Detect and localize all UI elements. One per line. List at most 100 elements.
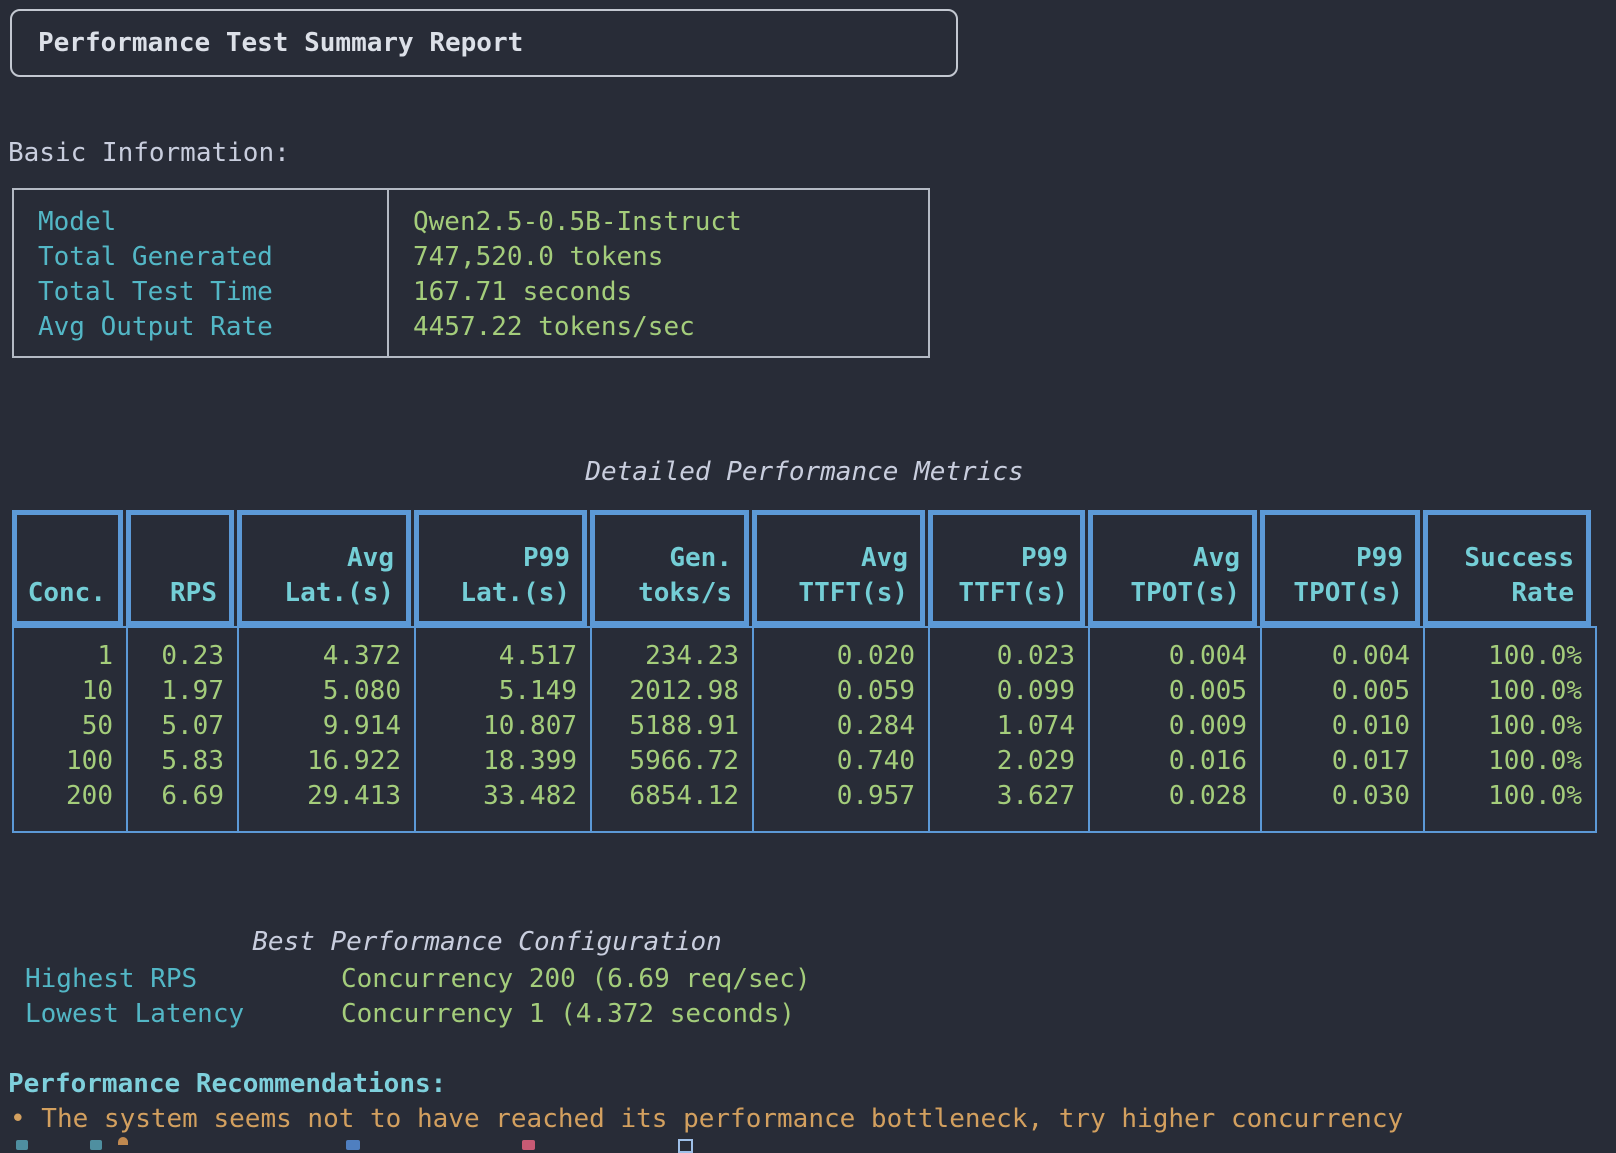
best-config-label: Highest RPS [25, 962, 341, 997]
metric-cell: 10.807 [414, 709, 590, 744]
metric-cell: 5.080 [237, 674, 414, 709]
basic-info-heading: Basic Information: [8, 136, 290, 171]
metric-cell: 9.914 [237, 709, 414, 744]
metric-cell: 5.07 [126, 709, 237, 744]
metric-cell: 50 [14, 709, 126, 744]
report-title: Performance Test Summary Report [38, 26, 523, 61]
metric-cell: 16.922 [237, 744, 414, 779]
column-divider [414, 628, 416, 831]
metric-cell: 0.004 [1088, 639, 1260, 674]
metric-cell: 4.372 [237, 639, 414, 674]
metric-cell: 0.099 [928, 674, 1088, 709]
metric-cell: 0.740 [752, 744, 928, 779]
column-header-avg-latency: Avg Lat.(s) [237, 510, 411, 626]
column-header-concurrency: Conc. [12, 510, 123, 626]
column-header-gen-toks: Gen. toks/s [590, 510, 749, 626]
best-config-row: Highest RPS Concurrency 200 (6.69 req/se… [25, 962, 811, 997]
metric-cell: 234.23 [590, 639, 752, 674]
terminal-cursor [678, 1139, 693, 1153]
metrics-table-header: Conc. RPS Avg Lat.(s) P99 Lat.(s) Gen. t… [12, 510, 1597, 626]
clipped-glyph-fragment [16, 1140, 28, 1150]
metric-cell: 100.0% [1423, 709, 1595, 744]
report-title-panel: Performance Test Summary Report [10, 9, 958, 77]
basic-info-labels: Model Total Generated Total Test Time Av… [14, 190, 389, 356]
basic-info-label: Avg Output Rate [14, 310, 387, 345]
basic-info-label: Total Test Time [14, 275, 387, 310]
metric-cell: 5188.91 [590, 709, 752, 744]
metric-cell: 0.23 [126, 639, 237, 674]
basic-info-value: 167.71 seconds [389, 275, 928, 310]
column-header-p99-latency: P99 Lat.(s) [414, 510, 587, 626]
metric-cell: 4.517 [414, 639, 590, 674]
column-header-p99-tpot: P99 TPOT(s) [1260, 510, 1420, 626]
best-config-table: Highest RPS Concurrency 200 (6.69 req/se… [25, 962, 811, 1032]
metric-cell: 0.010 [1260, 709, 1423, 744]
metric-cell: 2.029 [928, 744, 1088, 779]
clipped-terminal-line [0, 1137, 1616, 1148]
column-divider [752, 628, 754, 831]
metric-cell: 0.020 [752, 639, 928, 674]
basic-info-values: Qwen2.5-0.5B-Instruct 747,520.0 tokens 1… [389, 190, 928, 356]
metric-cell: 1 [14, 639, 126, 674]
basic-info-label: Model [14, 205, 387, 240]
metric-cell: 1.074 [928, 709, 1088, 744]
table-row: 100 5.83 16.922 18.399 5966.72 0.740 2.0… [14, 744, 1595, 779]
metric-cell: 33.482 [414, 779, 590, 814]
table-row: 1 0.23 4.372 4.517 234.23 0.020 0.023 0.… [14, 639, 1595, 674]
table-row: 10 1.97 5.080 5.149 2012.98 0.059 0.099 … [14, 674, 1595, 709]
metric-cell: 100.0% [1423, 779, 1595, 814]
metrics-table-title: Detailed Performance Metrics [12, 455, 1597, 490]
best-config-title: Best Performance Configuration [12, 925, 962, 960]
metric-cell: 100.0% [1423, 744, 1595, 779]
metric-cell: 10 [14, 674, 126, 709]
metric-cell: 1.97 [126, 674, 237, 709]
best-config-value: Concurrency 200 (6.69 req/sec) [341, 962, 811, 997]
best-config-value: Concurrency 1 (4.372 seconds) [341, 997, 795, 1032]
metric-cell: 29.413 [237, 779, 414, 814]
metric-cell: 200 [14, 779, 126, 814]
metric-cell: 0.059 [752, 674, 928, 709]
metric-cell: 5966.72 [590, 744, 752, 779]
column-divider [1088, 628, 1090, 831]
metrics-table-body: 1 0.23 4.372 4.517 234.23 0.020 0.023 0.… [12, 626, 1597, 833]
metric-cell: 0.028 [1088, 779, 1260, 814]
metric-cell: 18.399 [414, 744, 590, 779]
column-divider [1260, 628, 1262, 831]
metric-cell: 5.83 [126, 744, 237, 779]
table-row: 50 5.07 9.914 10.807 5188.91 0.284 1.074… [14, 709, 1595, 744]
metric-cell: 0.005 [1260, 674, 1423, 709]
column-divider [237, 628, 239, 831]
column-header-rps: RPS [126, 510, 234, 626]
column-header-avg-ttft: Avg TTFT(s) [752, 510, 925, 626]
column-header-success-rate: Success Rate [1423, 510, 1591, 626]
metric-cell: 6854.12 [590, 779, 752, 814]
column-divider [928, 628, 930, 831]
metric-cell: 0.005 [1088, 674, 1260, 709]
metric-cell: 3.627 [928, 779, 1088, 814]
metric-cell: 2012.98 [590, 674, 752, 709]
best-config-label: Lowest Latency [25, 997, 341, 1032]
metric-cell: 0.009 [1088, 709, 1260, 744]
basic-info-value: 747,520.0 tokens [389, 240, 928, 275]
column-divider [590, 628, 592, 831]
clipped-glyph-fragment [522, 1140, 535, 1150]
metric-cell: 0.023 [928, 639, 1088, 674]
recommendation-item: • The system seems not to have reached i… [10, 1102, 1403, 1137]
basic-info-value: Qwen2.5-0.5B-Instruct [389, 205, 928, 240]
column-divider [126, 628, 128, 831]
metric-cell: 100.0% [1423, 639, 1595, 674]
clipped-glyph-fragment [90, 1140, 102, 1150]
clipped-glyph-fragment [118, 1137, 128, 1145]
column-header-avg-tpot: Avg TPOT(s) [1088, 510, 1257, 626]
metric-cell: 0.957 [752, 779, 928, 814]
metric-cell: 5.149 [414, 674, 590, 709]
basic-info-panel: Model Total Generated Total Test Time Av… [12, 188, 930, 358]
terminal: { "terminal": { "title": "Performance Te… [0, 0, 1616, 1148]
table-row: 200 6.69 29.413 33.482 6854.12 0.957 3.6… [14, 779, 1595, 814]
metric-cell: 100 [14, 744, 126, 779]
metric-cell: 100.0% [1423, 674, 1595, 709]
best-config-row: Lowest Latency Concurrency 1 (4.372 seco… [25, 997, 811, 1032]
metric-cell: 0.004 [1260, 639, 1423, 674]
metric-cell: 0.016 [1088, 744, 1260, 779]
metric-cell: 0.030 [1260, 779, 1423, 814]
